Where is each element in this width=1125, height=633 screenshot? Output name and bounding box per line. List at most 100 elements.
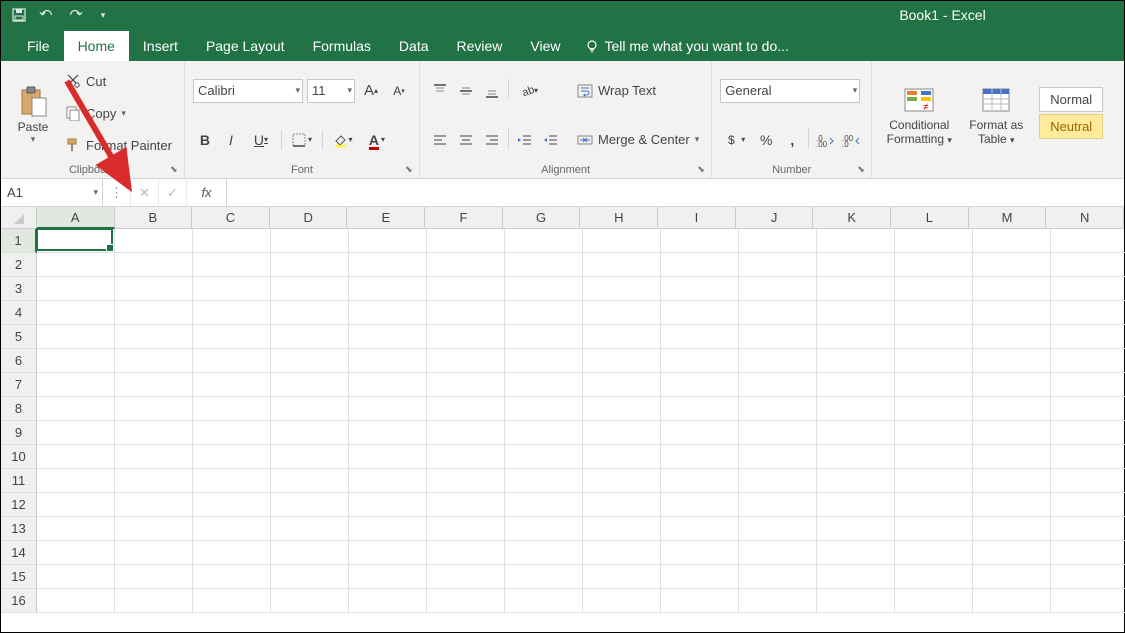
cell[interactable] [817,229,895,253]
tab-formulas[interactable]: Formulas [299,31,385,61]
cell[interactable] [583,253,661,277]
cell[interactable] [505,373,583,397]
cell[interactable] [973,397,1051,421]
cell[interactable] [505,541,583,565]
cell[interactable] [817,445,895,469]
cell[interactable] [271,541,349,565]
cell[interactable] [661,517,739,541]
column-header[interactable]: L [891,207,969,229]
cell[interactable] [193,421,271,445]
column-header[interactable]: M [969,207,1047,229]
cell[interactable] [583,325,661,349]
cell[interactable] [349,277,427,301]
font-size-combo[interactable]: 11▾ [307,79,355,103]
font-color-button[interactable]: A ▾ [361,128,393,152]
cell[interactable] [37,301,115,325]
cell[interactable] [739,349,817,373]
row-header[interactable]: 15 [1,565,37,589]
cell[interactable] [115,253,193,277]
cell[interactable] [115,445,193,469]
cell-style-normal[interactable]: Normal [1039,87,1103,112]
cell[interactable] [427,277,505,301]
cell[interactable] [271,397,349,421]
cell[interactable] [895,373,973,397]
cell[interactable] [661,277,739,301]
cell[interactable] [115,565,193,589]
number-dialog-launcher[interactable]: ⬊ [857,164,869,176]
cell[interactable] [661,253,739,277]
qat-customize-icon[interactable]: ▾ [95,7,111,23]
column-header[interactable]: C [192,207,270,229]
align-right-icon[interactable] [480,128,504,152]
cell[interactable] [37,493,115,517]
cell[interactable] [505,229,583,253]
cell[interactable] [739,301,817,325]
cell[interactable] [973,469,1051,493]
cell[interactable] [583,445,661,469]
cell[interactable] [271,493,349,517]
cell[interactable] [973,565,1051,589]
cell[interactable] [739,325,817,349]
decrease-decimal-icon[interactable]: .00.0 [839,128,863,152]
save-icon[interactable] [11,7,27,23]
cell[interactable] [271,445,349,469]
enter-formula-icon[interactable]: ✓ [159,179,187,206]
cell[interactable] [37,469,115,493]
merge-center-button[interactable]: Merge & Center ▾ [573,128,703,152]
cell[interactable] [349,565,427,589]
number-format-combo[interactable]: General▾ [720,79,860,103]
cell[interactable] [1051,493,1125,517]
cell[interactable] [37,565,115,589]
tell-me-search[interactable]: Tell me what you want to do... [575,31,799,61]
cell[interactable] [817,325,895,349]
cell[interactable] [115,397,193,421]
cell[interactable] [661,469,739,493]
cell[interactable] [349,397,427,421]
tab-file[interactable]: File [13,31,64,61]
cell[interactable] [583,589,661,613]
cell[interactable] [973,541,1051,565]
cell[interactable] [349,229,427,253]
cell[interactable] [271,469,349,493]
cell[interactable] [115,229,193,253]
cells-area[interactable] [37,229,1125,613]
cell[interactable] [349,445,427,469]
cell[interactable] [349,421,427,445]
cell[interactable] [1051,277,1125,301]
cell[interactable] [739,589,817,613]
cell[interactable] [739,397,817,421]
cell[interactable] [973,493,1051,517]
cell[interactable] [895,469,973,493]
cell[interactable] [271,421,349,445]
cell[interactable] [583,277,661,301]
cell[interactable] [349,301,427,325]
cell[interactable] [895,541,973,565]
cell[interactable] [583,229,661,253]
row-header[interactable]: 12 [1,493,37,517]
cell[interactable] [505,325,583,349]
cell[interactable] [817,373,895,397]
cell[interactable] [505,277,583,301]
cell[interactable] [37,445,115,469]
cell[interactable] [583,421,661,445]
cell[interactable] [427,565,505,589]
cell[interactable] [973,277,1051,301]
cell[interactable] [583,397,661,421]
cell[interactable] [1051,229,1125,253]
cell[interactable] [1051,253,1125,277]
cell[interactable] [115,301,193,325]
increase-font-icon[interactable]: A▴ [359,79,383,103]
cell[interactable] [193,445,271,469]
row-header[interactable]: 7 [1,373,37,397]
cell[interactable] [37,517,115,541]
cell[interactable] [973,421,1051,445]
cell[interactable] [739,517,817,541]
cell[interactable] [1051,517,1125,541]
decrease-indent-icon[interactable] [513,128,537,152]
cell[interactable] [193,589,271,613]
column-header[interactable]: F [425,207,503,229]
cell[interactable] [661,301,739,325]
cell[interactable] [193,541,271,565]
fx-label[interactable]: fx [187,179,227,206]
cell[interactable] [37,397,115,421]
